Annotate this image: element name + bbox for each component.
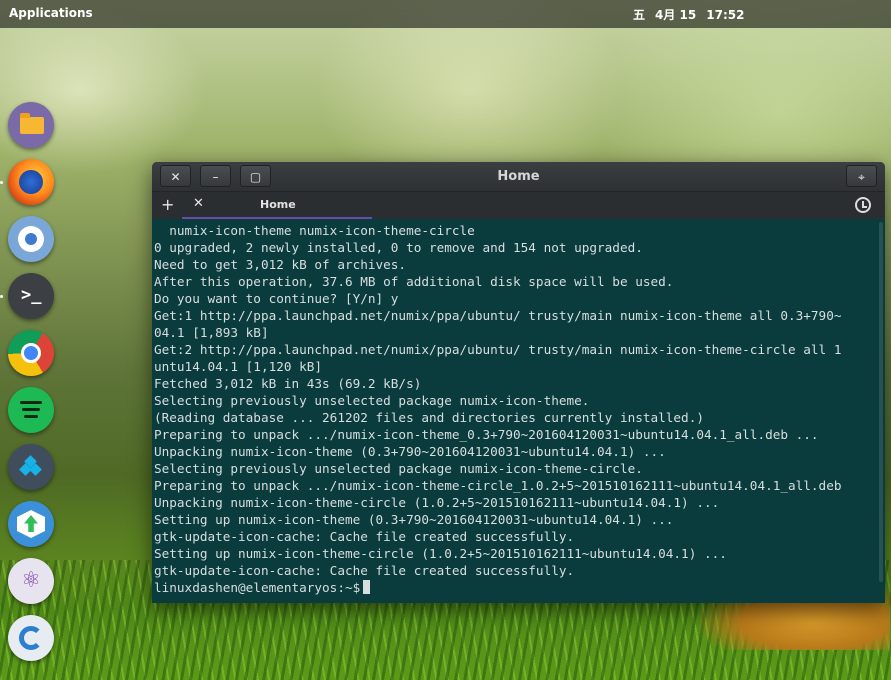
prompt-line: linuxdashen@elementaryos:~$ bbox=[154, 579, 885, 596]
kodi-icon bbox=[19, 455, 42, 477]
terminal-line: numix-icon-theme numix-icon-theme-circle bbox=[154, 223, 475, 238]
dock-item-spotify[interactable] bbox=[8, 387, 54, 433]
tab-close-icon[interactable]: ✕ bbox=[193, 196, 204, 211]
folder-icon bbox=[20, 113, 44, 134]
terminal-line: Setting up numix-icon-theme (0.3+790~201… bbox=[154, 512, 674, 527]
terminal-line: 04.1 [1,893 kB] bbox=[154, 325, 269, 340]
terminal-line: Fetched 3,012 kB in 43s (69.2 kB/s) bbox=[154, 376, 422, 391]
top-panel: Applications 五 4月 15 17:52 bbox=[0, 0, 891, 28]
clock[interactable]: 五 4月 15 17:52 bbox=[633, 6, 754, 23]
terminal-output[interactable]: numix-icon-theme numix-icon-theme-circle… bbox=[152, 219, 885, 603]
dock-item-terminal[interactable]: >_ bbox=[0, 273, 54, 319]
date-month-day: 4月 15 bbox=[655, 8, 697, 22]
app-icon bbox=[19, 626, 43, 650]
dock-item-firefox[interactable] bbox=[0, 159, 54, 205]
dock-item-update[interactable] bbox=[8, 501, 54, 547]
chrome-icon bbox=[21, 343, 41, 363]
tab-label: Home bbox=[260, 198, 296, 211]
terminal-line: Setting up numix-icon-theme-circle (1.0.… bbox=[154, 546, 727, 561]
firefox-icon bbox=[19, 170, 43, 194]
dock-item-app[interactable] bbox=[8, 615, 54, 661]
terminal-line: gtk-update-icon-cache: Cache file create… bbox=[154, 529, 575, 544]
terminal-line: Unpacking numix-icon-theme (0.3+790~2016… bbox=[154, 444, 666, 459]
tab-home[interactable]: ✕ Home bbox=[182, 192, 372, 219]
terminal-line: Unpacking numix-icon-theme-circle (1.0.2… bbox=[154, 495, 720, 510]
dock-item-kodi[interactable] bbox=[8, 444, 54, 490]
terminal-line: Selecting previously unselected package … bbox=[154, 393, 590, 408]
chromium-icon bbox=[18, 226, 44, 252]
update-icon bbox=[17, 510, 45, 538]
spotify-icon bbox=[20, 401, 42, 419]
terminal-line: Preparing to unpack .../numix-icon-theme… bbox=[154, 427, 819, 442]
terminal-line: Get:2 http://ppa.launchpad.net/numix/ppa… bbox=[154, 342, 842, 357]
atom-icon: ⚛ bbox=[21, 568, 41, 593]
history-icon[interactable] bbox=[855, 197, 871, 213]
terminal-line: 0 upgraded, 2 newly installed, 0 to remo… bbox=[154, 240, 643, 255]
titlebar[interactable]: ✕ – ▢ Home ⌖ bbox=[152, 162, 885, 192]
terminal-window: ✕ – ▢ Home ⌖ + ✕ Home numix-icon-theme n… bbox=[152, 162, 885, 603]
scrollbar[interactable] bbox=[879, 222, 883, 582]
terminal-line: After this operation, 37.6 MB of additio… bbox=[154, 274, 674, 289]
prompt: linuxdashen@elementaryos:~$ bbox=[154, 580, 361, 595]
time: 17:52 bbox=[706, 8, 745, 22]
dock-item-chrome[interactable] bbox=[8, 330, 54, 376]
date-day: 五 bbox=[633, 8, 646, 22]
text-cursor bbox=[363, 580, 371, 594]
terminal-line: gtk-update-icon-cache: Cache file create… bbox=[154, 563, 575, 578]
dock-item-atom[interactable]: ⚛ bbox=[8, 558, 54, 604]
running-indicator bbox=[0, 295, 3, 298]
terminal-line: Need to get 3,012 kB of archives. bbox=[154, 257, 407, 272]
applications-menu[interactable]: Applications bbox=[9, 6, 93, 20]
terminal-line: Do you want to continue? [Y/n] y bbox=[154, 291, 399, 306]
dock-item-chromium[interactable] bbox=[8, 216, 54, 262]
terminal-line: Get:1 http://ppa.launchpad.net/numix/ppa… bbox=[154, 308, 842, 323]
window-title: Home bbox=[497, 169, 540, 184]
terminal-line: (Reading database ... 261202 files and d… bbox=[154, 410, 704, 425]
settings-menu-button[interactable]: ⌖ bbox=[846, 165, 877, 187]
terminal-icon: >_ bbox=[21, 285, 42, 305]
new-tab-button[interactable]: + bbox=[161, 195, 174, 214]
running-indicator bbox=[0, 181, 3, 184]
terminal-line: untu14.04.1 [1,120 kB] bbox=[154, 359, 323, 374]
terminal-line: Preparing to unpack .../numix-icon-theme… bbox=[154, 478, 842, 493]
dock: >_ ⚛ bbox=[0, 102, 58, 672]
tab-bar: + ✕ Home bbox=[152, 192, 885, 220]
terminal-line: Selecting previously unselected package … bbox=[154, 461, 643, 476]
dock-item-files[interactable] bbox=[8, 102, 54, 148]
